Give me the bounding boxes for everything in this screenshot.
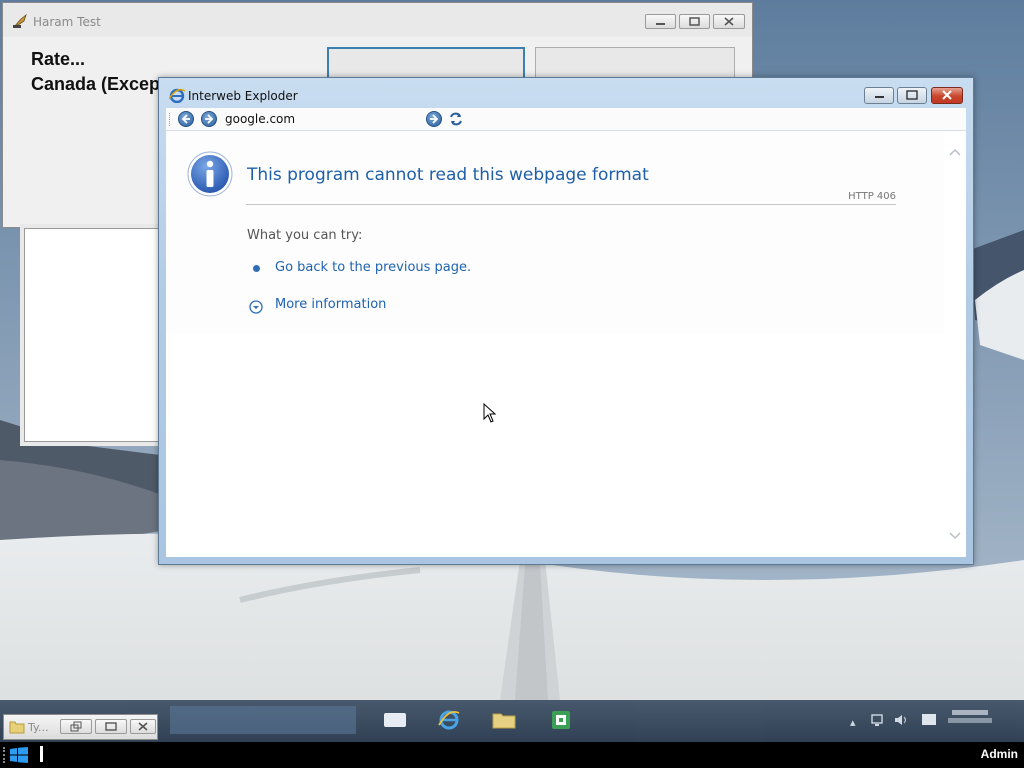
browser-title: Interweb Exploder (188, 89, 298, 103)
go-arrow-icon (430, 114, 439, 124)
canada-label: Canada (Excep (31, 74, 161, 94)
folder-icon (492, 713, 516, 729)
address-input[interactable] (225, 111, 415, 127)
bullet-icon (253, 265, 260, 272)
expand-chevron-icon[interactable] (249, 300, 263, 314)
toolbar-grip[interactable] (169, 113, 172, 126)
scroll-down-icon[interactable] (949, 531, 961, 541)
minimized-window-title: Ty... (28, 721, 49, 734)
what-you-can-try-label: What you can try: (247, 228, 363, 243)
background-window-titlebar[interactable]: Haram Test (3, 3, 752, 37)
rate-label: Rate... (31, 49, 86, 69)
more-information-link[interactable]: More information (275, 297, 386, 312)
background-window-title: Haram Test (33, 15, 101, 29)
rate-text: Rate... Canada (Excep (31, 47, 160, 97)
minimize-icon (656, 23, 665, 25)
minimize-icon (875, 96, 884, 98)
close-icon (942, 90, 952, 100)
divider (246, 204, 896, 205)
browser-window[interactable]: Interweb Exploder google.com This progra… (158, 77, 974, 565)
network-icon[interactable] (870, 712, 886, 728)
page-content: This program cannot read this webpage fo… (166, 131, 966, 557)
bottom-bar: Admin (0, 742, 1024, 768)
error-panel: This program cannot read this webpage fo… (166, 131, 944, 333)
close-icon (724, 17, 734, 26)
close-button[interactable] (130, 719, 156, 734)
http-status-code: HTTP 406 (848, 191, 896, 202)
maximize-icon (105, 722, 117, 731)
taskbar-search-box[interactable] (170, 706, 356, 734)
restore-button[interactable] (679, 14, 710, 29)
forward-button[interactable] (201, 111, 217, 127)
go-back-link[interactable]: Go back to the previous page. (275, 260, 471, 275)
forward-arrow-icon (205, 114, 214, 124)
close-button[interactable] (713, 14, 745, 29)
back-button[interactable] (178, 111, 194, 127)
folder-icon (9, 721, 25, 734)
text-cursor[interactable] (40, 746, 43, 762)
minimize-button[interactable] (864, 87, 894, 104)
back-arrow-icon (181, 114, 190, 124)
taskbar-app-window[interactable] (381, 708, 409, 732)
volume-icon[interactable] (893, 712, 911, 728)
scroll-up-icon[interactable] (949, 147, 961, 157)
maximize-icon (906, 90, 918, 100)
background-list-panel[interactable] (20, 224, 168, 446)
browser-logo-icon (169, 88, 185, 103)
app-feather-icon (13, 13, 27, 28)
close-button[interactable] (931, 87, 963, 104)
maximize-button[interactable] (897, 87, 927, 104)
info-icon (187, 151, 233, 197)
taskbar-app-browser[interactable] (435, 708, 463, 732)
spreadsheet-icon (552, 711, 570, 729)
minimize-button[interactable] (645, 14, 676, 29)
refresh-icon[interactable] (448, 111, 464, 127)
start-grip[interactable] (3, 747, 7, 763)
start-windows-icon[interactable] (10, 747, 28, 763)
restore-icon (70, 721, 82, 732)
restore-icon (689, 17, 700, 26)
user-name: Admin (980, 747, 1018, 761)
address-bar (166, 108, 966, 131)
maximize-button[interactable] (95, 719, 127, 734)
window-app-icon (384, 713, 406, 727)
system-clock[interactable] (948, 704, 992, 723)
browser-logo-icon (438, 710, 460, 730)
tray-overflow-icon[interactable]: ▴ (850, 716, 856, 729)
error-title: This program cannot read this webpage fo… (247, 165, 649, 185)
go-button[interactable] (426, 111, 442, 127)
taskbar-app-folder[interactable] (490, 708, 518, 732)
minimized-window[interactable]: Ty... (3, 714, 158, 740)
close-icon (138, 722, 148, 731)
taskbar-app-spreadsheet[interactable] (547, 708, 575, 732)
mouse-cursor-icon (483, 403, 497, 423)
restore-button[interactable] (60, 719, 92, 734)
notification-icon[interactable] (920, 712, 938, 728)
browser-titlebar[interactable]: Interweb Exploder (159, 78, 973, 108)
